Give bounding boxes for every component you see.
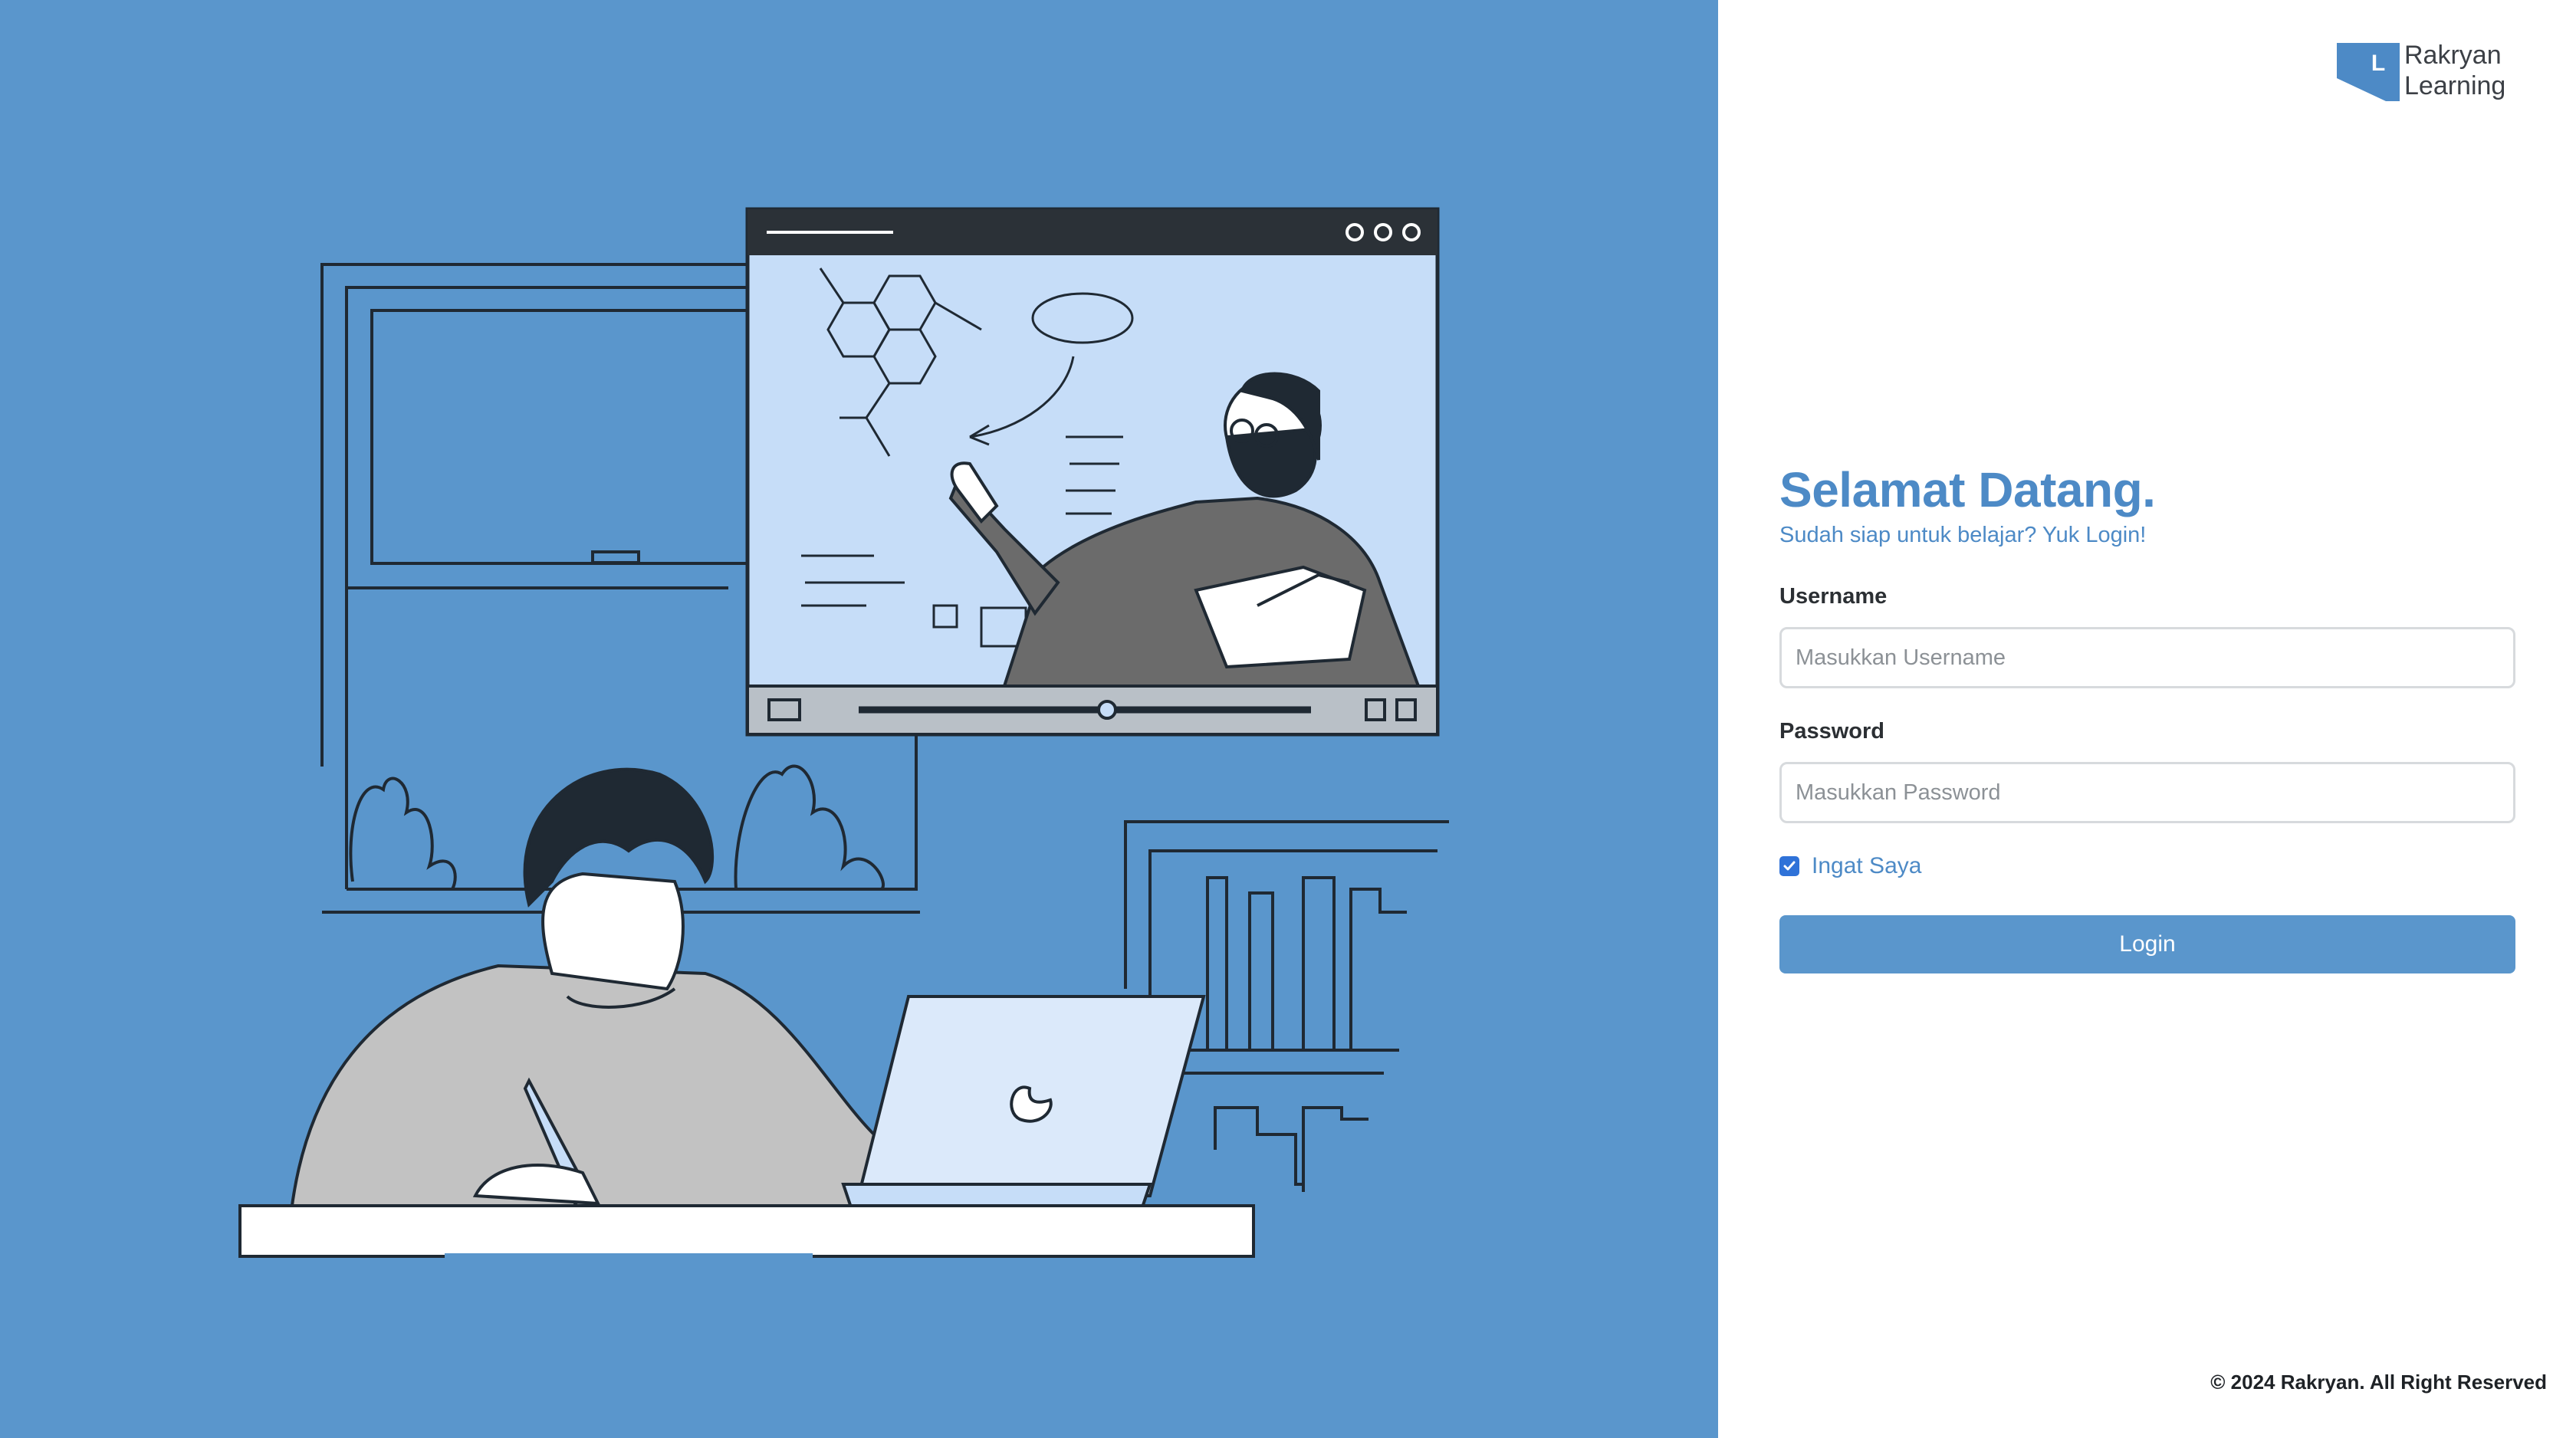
checkmark-icon [1783, 861, 1796, 871]
username-input[interactable] [1779, 627, 2515, 688]
remember-me-checkbox[interactable] [1779, 856, 1799, 876]
login-button[interactable]: Login [1779, 915, 2515, 973]
login-panel: L Rakryan Learning Selamat Datang. Sudah… [1718, 0, 2576, 1438]
remember-me-row: Ingat Saya [1779, 852, 1921, 880]
remember-me-label[interactable]: Ingat Saya [1812, 852, 1921, 880]
student-watching-online-class-illustration [238, 207, 1449, 1259]
welcome-subtitle: Sudah siap untuk belajar? Yuk Login! [1779, 523, 2147, 547]
password-label: Password [1779, 719, 1884, 744]
footer-copyright: © 2024 Rakryan. All Right Reserved [2210, 1371, 2547, 1394]
illustration-panel [0, 0, 1718, 1438]
welcome-title: Selamat Datang. [1779, 462, 2156, 517]
username-label: Username [1779, 584, 1888, 609]
password-input[interactable] [1779, 762, 2515, 823]
brand-name: Rakryan Learning [2404, 40, 2505, 101]
logo-letter: L [2371, 51, 2385, 76]
login-form: Selamat Datang. Sudah siap untuk belajar… [1779, 460, 2515, 973]
brand-name-line2: Learning [2404, 71, 2506, 100]
brand-name-line1: Rakryan [2404, 41, 2502, 70]
logo-mark-icon: L [2335, 40, 2400, 104]
brand-logo: L Rakryan Learning [2335, 40, 2505, 104]
